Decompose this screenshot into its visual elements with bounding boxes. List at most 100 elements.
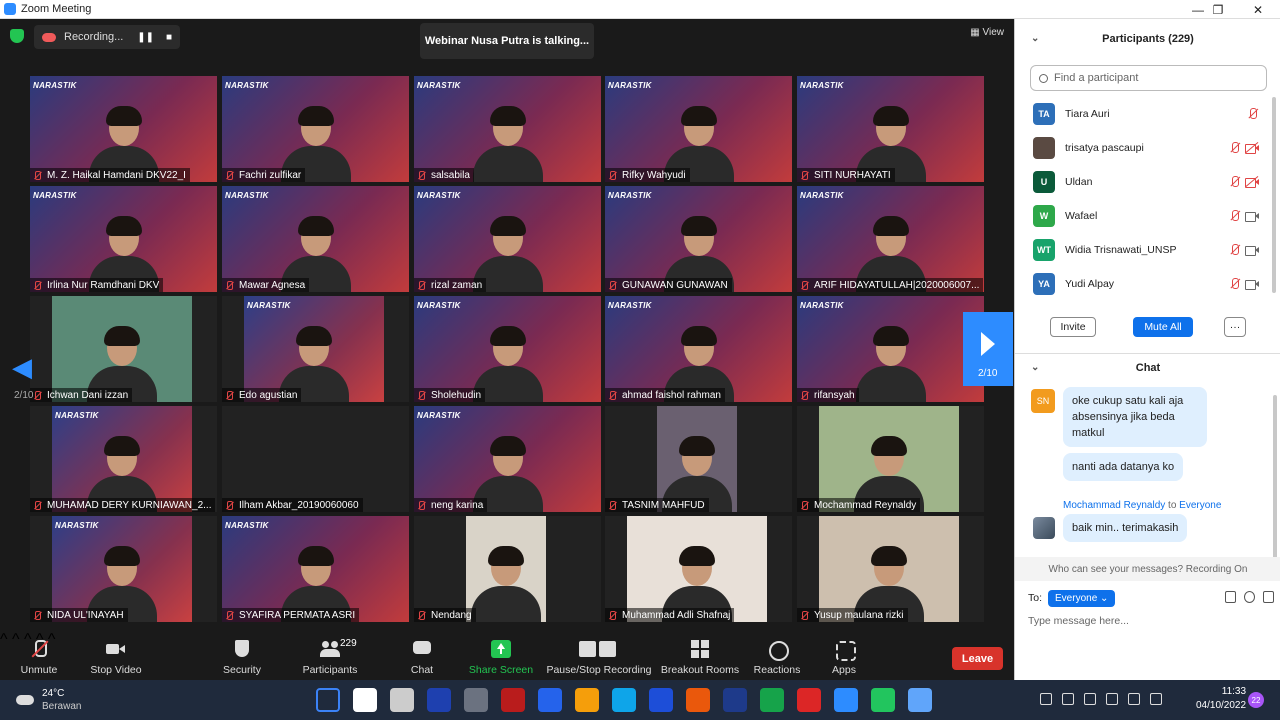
participant-video-tile[interactable]: Mochammad Reynaldy xyxy=(797,406,984,512)
taskbar-app-icon[interactable] xyxy=(760,688,784,712)
notification-badge[interactable]: 22 xyxy=(1248,692,1264,708)
invite-button[interactable]: Invite xyxy=(1050,317,1096,337)
audio-options-caret[interactable]: ^ xyxy=(0,631,8,648)
taskbar-app-icon[interactable] xyxy=(797,688,821,712)
taskbar-app-icon[interactable] xyxy=(612,688,636,712)
volume-icon[interactable] xyxy=(1128,693,1140,705)
participant-name-label: ahmad faishol rahman xyxy=(605,388,725,402)
participant-row[interactable]: YA Yudi Alpay xyxy=(1015,267,1271,301)
participant-row[interactable]: TA Tiara Auri xyxy=(1015,97,1271,131)
participant-name: GUNAWAN GUNAWAN xyxy=(622,279,728,291)
taskbar-app-icon[interactable] xyxy=(538,688,562,712)
participant-video-tile[interactable]: NARASTIK neng karina xyxy=(414,406,601,512)
wifi-icon[interactable] xyxy=(1106,693,1118,705)
share-screen-button[interactable]: Share Screen xyxy=(468,631,534,680)
taskbar-app-icon[interactable] xyxy=(908,688,932,712)
encryption-shield-icon[interactable] xyxy=(10,29,24,43)
participant-row[interactable]: W Wafael xyxy=(1015,199,1271,233)
leave-button[interactable]: Leave xyxy=(952,647,1003,670)
participant-row[interactable]: trisatya pascaupi xyxy=(1015,131,1271,165)
more-options-button[interactable]: ··· xyxy=(1224,317,1246,337)
participant-search-input[interactable]: Find a participant xyxy=(1030,65,1267,91)
participant-video-tile[interactable]: NARASTIK MUHAMAD DERY KURNIAWAN_2... xyxy=(30,406,217,512)
participant-video-tile[interactable]: NARASTIK ARIF HIDAYATULLAH|2020006007... xyxy=(797,186,984,292)
participant-name-label: SYAFIRA PERMATA ASRI xyxy=(222,608,360,622)
emoji-icon[interactable] xyxy=(1244,591,1255,603)
stop-recording-button[interactable]: ■ xyxy=(166,32,172,43)
battery-icon[interactable] xyxy=(1150,693,1162,705)
collapse-chat-chevron-icon[interactable]: ⌄ xyxy=(1031,362,1039,373)
participant-video-tile[interactable]: NARASTIK ahmad faishol rahman xyxy=(605,296,792,402)
mic-tray-icon[interactable] xyxy=(1084,693,1096,705)
participant-video-tile[interactable]: NARASTIK SITI NURHAYATI xyxy=(797,76,984,182)
taskbar-app-icon[interactable] xyxy=(353,688,377,712)
participant-row[interactable]: U Uldan xyxy=(1015,165,1271,199)
participant-video-tile[interactable]: NARASTIK Irlina Nur Ramdhani DKV xyxy=(30,186,217,292)
maximize-button[interactable]: ❐ xyxy=(1198,0,1238,19)
unmute-button[interactable]: Unmute xyxy=(18,631,60,680)
participant-video-tile[interactable]: Ilham Akbar_20190060060 xyxy=(222,406,409,512)
more-chat-options-icon[interactable] xyxy=(1263,591,1274,603)
participant-video-tile[interactable]: Nendang xyxy=(414,516,601,622)
participant-video-tile[interactable]: NARASTIK Mawar Agnesa xyxy=(222,186,409,292)
chat-button[interactable]: Chat xyxy=(408,631,436,680)
reactions-button[interactable]: Reactions xyxy=(752,631,802,680)
participant-video-tile[interactable]: TASNIM MAHFUD xyxy=(605,406,792,512)
top-strip: Recording... ❚❚ ■ Webinar Nusa Putra is … xyxy=(0,19,1014,59)
participant-video-tile[interactable]: Muhammad Adli Shafnaj xyxy=(605,516,792,622)
participant-name: Ichwan Dani izzan xyxy=(47,389,129,401)
network-icon[interactable] xyxy=(1062,693,1074,705)
taskbar-app-icon[interactable] xyxy=(649,688,673,712)
pause-stop-recording-button[interactable]: Pause/Stop Recording xyxy=(546,631,652,680)
participant-video-tile[interactable]: NARASTIK M. Z. Haikal Hamdani DKV22_I xyxy=(30,76,217,182)
participant-list-scrollbar[interactable] xyxy=(1272,97,1276,307)
security-button[interactable]: Security xyxy=(220,631,264,680)
participant-video-tile[interactable]: NARASTIK SYAFIRA PERMATA ASRI xyxy=(222,516,409,622)
next-page-button[interactable]: 2/10 xyxy=(963,312,1013,386)
participant-video-tile[interactable]: NARASTIK rizal zaman xyxy=(414,186,601,292)
participant-video-tile[interactable]: NARASTIK Edo agustian xyxy=(222,296,409,402)
breakout-rooms-button[interactable]: Breakout Rooms xyxy=(660,631,740,680)
collapse-participants-chevron-icon[interactable]: ⌄ xyxy=(1031,33,1039,44)
participant-video-tile[interactable]: Ichwan Dani izzan xyxy=(30,296,217,402)
participant-video-tile[interactable]: NARASTIK Fachri zulfikar xyxy=(222,76,409,182)
taskbar-app-icon[interactable] xyxy=(464,688,488,712)
participant-name: NIDA UL'INAYAH xyxy=(47,609,124,621)
participant-row[interactable]: WT Widia Trisnawati_UNSP xyxy=(1015,233,1271,267)
participant-list-name: trisatya pascaupi xyxy=(1065,142,1144,154)
recipient-dropdown[interactable]: Everyone ⌄ xyxy=(1048,589,1116,607)
participant-video-tile[interactable]: NARASTIK GUNAWAN GUNAWAN xyxy=(605,186,792,292)
taskbar-app-icon[interactable] xyxy=(871,688,895,712)
taskbar-app-icon[interactable] xyxy=(390,688,414,712)
chat-scrollbar[interactable] xyxy=(1273,395,1277,559)
participant-video-tile[interactable]: NARASTIK Sholehudin xyxy=(414,296,601,402)
taskbar-app-icon[interactable] xyxy=(834,688,858,712)
participant-video-tile[interactable]: NARASTIK Rifky Wahyudi xyxy=(605,76,792,182)
view-button[interactable]: ▦ View xyxy=(970,27,1004,38)
chat-message-input[interactable]: Type message here... xyxy=(1028,615,1129,627)
stop-video-button[interactable]: Stop Video xyxy=(88,631,144,680)
clock[interactable]: 11:33 04/10/2022 xyxy=(1196,685,1246,713)
pause-recording-button[interactable]: ❚❚ xyxy=(137,32,154,43)
file-icon[interactable] xyxy=(1225,591,1236,603)
tray-chevron-icon[interactable] xyxy=(1040,693,1052,705)
previous-page-button[interactable]: ◀ xyxy=(12,352,32,383)
apps-label: Apps xyxy=(832,664,856,676)
taskbar-app-icon[interactable] xyxy=(427,688,451,712)
participant-video-tile[interactable]: NARASTIK salsabila xyxy=(414,76,601,182)
taskbar-app-icon[interactable] xyxy=(723,688,747,712)
sender-name[interactable]: Mochammad Reynaldy xyxy=(1063,500,1165,511)
participant-video-tile[interactable]: Yusup maulana rizki xyxy=(797,516,984,622)
mute-all-button[interactable]: Mute All xyxy=(1133,317,1193,337)
message-visibility-notice[interactable]: Who can see your messages? Recording On xyxy=(1015,557,1280,581)
participant-video-tile[interactable]: NARASTIK NIDA UL'INAYAH xyxy=(30,516,217,622)
taskbar-app-icon[interactable] xyxy=(316,688,340,712)
taskbar-app-icon[interactable] xyxy=(501,688,525,712)
taskbar-app-icon[interactable] xyxy=(686,688,710,712)
apps-button[interactable]: Apps xyxy=(830,631,858,680)
weather-widget[interactable]: 24°C Berawan xyxy=(16,687,81,713)
participant-video-tile[interactable]: NARASTIK rifansyah xyxy=(797,296,984,402)
close-button[interactable]: ✕ xyxy=(1238,0,1278,19)
participants-button[interactable]: 229 Participants xyxy=(300,631,360,680)
taskbar-app-icon[interactable] xyxy=(575,688,599,712)
